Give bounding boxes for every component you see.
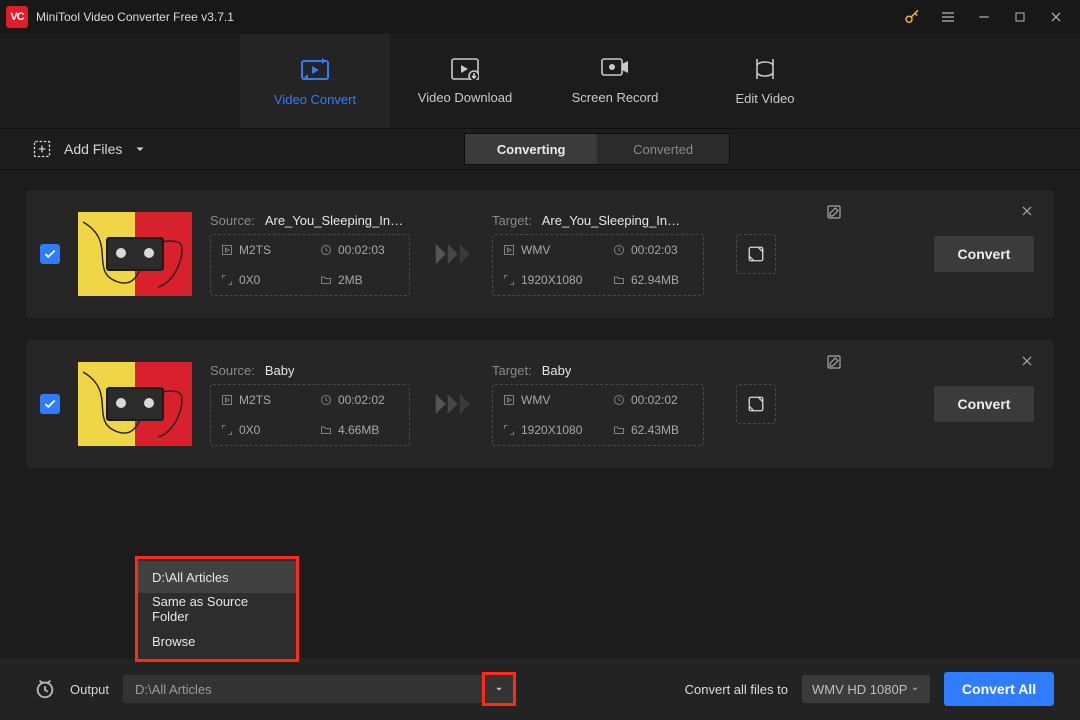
edit-icon[interactable] <box>826 354 842 370</box>
chevron-down-icon <box>134 143 146 155</box>
source-label: Source: <box>210 213 255 228</box>
mode-converted[interactable]: Converted <box>597 134 729 164</box>
title-bar: VC MiniTool Video Converter Free v3.7.1 <box>0 0 1080 34</box>
preset-button[interactable] <box>736 234 776 274</box>
format-icon <box>503 394 515 406</box>
tab-label: Screen Record <box>572 90 659 105</box>
output-dropdown-trigger[interactable] <box>482 672 516 706</box>
convert-all-button[interactable]: Convert All <box>944 672 1054 706</box>
target-stats: WMV 00:02:02 1920X1080 62.43MB <box>492 384 704 446</box>
output-value: D:\All Articles <box>135 682 212 697</box>
resolution-icon <box>503 424 515 436</box>
clock-icon <box>613 394 625 406</box>
output-label: Output <box>70 682 109 697</box>
format-value: WMV HD 1080P <box>812 682 907 697</box>
output-dropdown-menu: D:\All Articles Same as Source Folder Br… <box>135 556 299 662</box>
dropdown-item[interactable]: Browse <box>138 625 296 657</box>
arrow-icon <box>438 394 474 414</box>
arrow-icon <box>438 244 474 264</box>
tab-screen-record[interactable]: Screen Record <box>540 34 690 128</box>
convert-button[interactable]: Convert <box>934 386 1034 422</box>
app-title: MiniTool Video Converter Free v3.7.1 <box>36 10 894 24</box>
folder-icon <box>320 274 332 286</box>
tab-video-download[interactable]: Video Download <box>390 34 540 128</box>
close-icon[interactable] <box>1020 204 1034 218</box>
format-select[interactable]: WMV HD 1080P <box>802 675 930 703</box>
app-logo: VC <box>6 6 28 28</box>
main-tabs: Video Convert Video Download Screen Reco… <box>0 34 1080 128</box>
target-label: Target: <box>492 363 532 378</box>
close-icon[interactable] <box>1020 354 1034 368</box>
target-stats: WMV 00:02:03 1920X1080 62.94MB <box>492 234 704 296</box>
folder-icon <box>613 274 625 286</box>
thumbnail <box>78 362 192 446</box>
edit-icon[interactable] <box>826 204 842 220</box>
source-stats: M2TS 00:02:02 0X0 4.66MB <box>210 384 410 446</box>
tab-label: Video Convert <box>274 92 356 107</box>
source-stats: M2TS 00:02:03 0X0 2MB <box>210 234 410 296</box>
add-files-label: Add Files <box>64 141 122 157</box>
list-item: Source: Are_You_Sleeping_In… M2TS 00:02:0… <box>26 190 1054 318</box>
dropdown-item[interactable]: D:\All Articles <box>138 561 296 593</box>
unlock-icon[interactable] <box>894 0 930 34</box>
chevron-down-icon <box>494 684 504 694</box>
mode-converting[interactable]: Converting <box>465 134 597 164</box>
source-label: Source: <box>210 363 255 378</box>
clock-icon <box>320 244 332 256</box>
tab-label: Video Download <box>418 90 512 105</box>
close-button[interactable] <box>1038 0 1074 34</box>
clock-icon <box>613 244 625 256</box>
chevron-down-icon <box>910 684 920 694</box>
thumbnail <box>78 212 192 296</box>
maximize-button[interactable] <box>1002 0 1038 34</box>
clock-icon <box>320 394 332 406</box>
target-name: Baby <box>542 363 572 378</box>
output-select[interactable]: D:\All Articles <box>123 675 513 703</box>
preset-button[interactable] <box>736 384 776 424</box>
checkbox[interactable] <box>40 244 60 264</box>
folder-icon <box>320 424 332 436</box>
toolbar: Add Files Converting Converted <box>0 128 1080 170</box>
menu-icon[interactable] <box>930 0 966 34</box>
checkbox[interactable] <box>40 394 60 414</box>
tab-edit-video[interactable]: Edit Video <box>690 34 840 128</box>
schedule-icon[interactable] <box>34 678 56 700</box>
resolution-icon <box>503 274 515 286</box>
list-item: Source: Baby M2TS 00:02:02 0X0 4.66MB Tar… <box>26 340 1054 468</box>
source-name: Baby <box>265 363 295 378</box>
source-name: Are_You_Sleeping_In… <box>265 213 403 228</box>
add-file-icon <box>32 139 52 159</box>
mode-segment: Converting Converted <box>464 133 730 165</box>
convert-all-to-label: Convert all files to <box>685 682 788 697</box>
resolution-icon <box>221 274 233 286</box>
folder-icon <box>613 424 625 436</box>
format-icon <box>221 394 233 406</box>
format-icon <box>221 244 233 256</box>
add-files-button[interactable]: Add Files <box>32 139 146 159</box>
tab-label: Edit Video <box>735 91 794 106</box>
target-name: Are_You_Sleeping_In… <box>542 213 680 228</box>
dropdown-item[interactable]: Same as Source Folder <box>138 593 296 625</box>
resolution-icon <box>221 424 233 436</box>
target-label: Target: <box>492 213 532 228</box>
minimize-button[interactable] <box>966 0 1002 34</box>
tab-video-convert[interactable]: Video Convert <box>240 34 390 128</box>
convert-button[interactable]: Convert <box>934 236 1034 272</box>
item-list: Source: Are_You_Sleeping_In… M2TS 00:02:0… <box>0 170 1080 468</box>
format-icon <box>503 244 515 256</box>
bottom-bar: Output D:\All Articles Convert all files… <box>0 658 1080 720</box>
